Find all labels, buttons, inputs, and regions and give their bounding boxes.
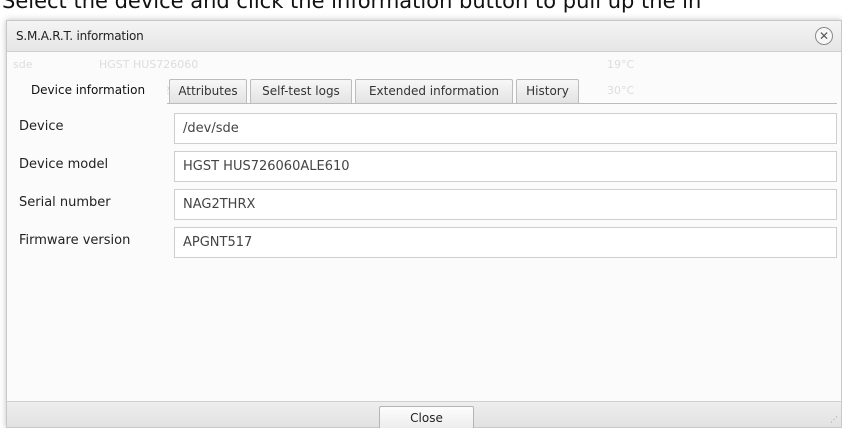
resize-grip-icon[interactable]: ⋰ (830, 415, 838, 424)
device-field[interactable]: /dev/sde (174, 113, 837, 144)
dialog-titlebar: S.M.A.R.T. information ✕ (7, 21, 841, 52)
dialog-title: S.M.A.R.T. information (16, 29, 144, 43)
tab-device-information[interactable]: Device information (9, 77, 167, 104)
device-label: Device (19, 119, 64, 134)
device-model-field[interactable]: HGST HUS726060ALE610 (174, 151, 837, 182)
close-button[interactable]: Close (379, 406, 474, 428)
tab-divider (167, 103, 837, 104)
serial-number-field[interactable]: NAG2THRX (174, 189, 837, 220)
background-cell: HGST HUS726060 (99, 58, 199, 71)
field-row-device-model: Device model HGST HUS726060ALE610 (7, 151, 842, 183)
background-cell: sde (13, 58, 33, 71)
device-model-label: Device model (19, 157, 109, 172)
tab-history[interactable]: History (516, 79, 579, 103)
close-icon[interactable]: ✕ (815, 27, 833, 45)
field-row-serial-number: Serial number NAG2THRX (7, 189, 842, 221)
tab-extended-information[interactable]: Extended information (355, 79, 513, 103)
firmware-version-field[interactable]: APGNT517 (174, 227, 837, 258)
serial-number-label: Serial number (19, 195, 111, 210)
smart-information-dialog: S.M.A.R.T. information ✕ sde HGST HUS726… (6, 20, 842, 428)
tab-self-test-logs[interactable]: Self-test logs (250, 79, 352, 103)
background-cell: 19°C (607, 58, 635, 71)
instruction-caption: Select the device and click the informat… (2, 0, 702, 13)
dialog-footer: Close ⋰ (7, 401, 841, 428)
field-row-device: Device /dev/sde (7, 113, 842, 145)
field-row-firmware-version: Firmware version APGNT517 (7, 227, 842, 259)
background-row: sde HGST HUS726060 19°C (7, 58, 693, 71)
tab-bar: Device information Attributes Self-test … (9, 77, 837, 104)
firmware-version-label: Firmware version (19, 233, 131, 248)
tab-attributes[interactable]: Attributes (169, 79, 247, 103)
